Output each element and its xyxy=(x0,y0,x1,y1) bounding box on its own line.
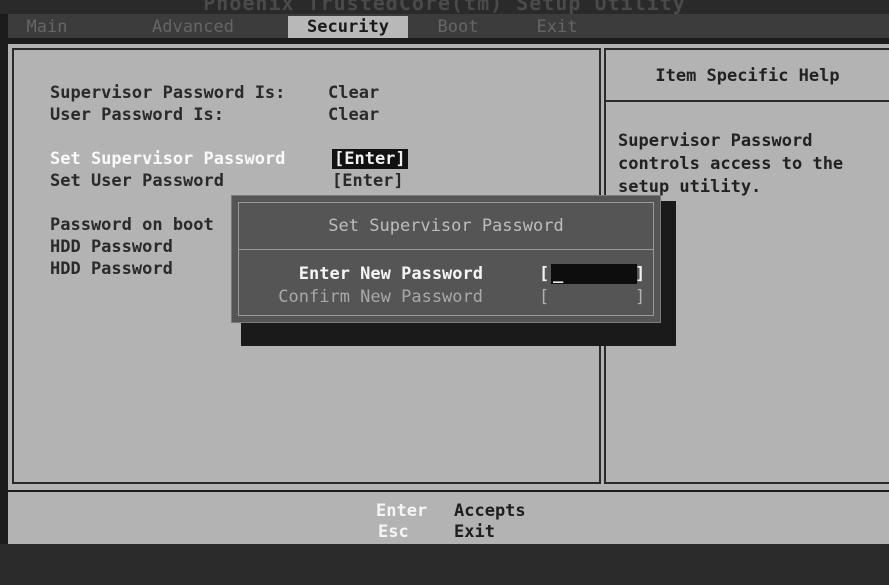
tab-main[interactable]: Main xyxy=(14,16,80,38)
confirm-password-input[interactable] xyxy=(551,287,635,307)
help-title: Item Specific Help xyxy=(606,50,889,102)
dialog-divider xyxy=(239,249,653,250)
footer-key-help: Enter Accepts Esc Exit xyxy=(8,492,889,544)
app-title: Phoenix TrustedCore(tm) Setup Utility xyxy=(203,0,686,14)
menu-bar: Main Advanced Security Boot Exit xyxy=(8,14,889,38)
set-supervisor-password-label[interactable]: Set Supervisor Password xyxy=(50,148,285,170)
dialog-title: Set Supervisor Password xyxy=(328,216,564,236)
bottom-strip xyxy=(0,544,889,585)
enter-key-label: Enter xyxy=(376,501,428,521)
confirm-password-bracket-right: ] xyxy=(635,287,646,307)
tab-security[interactable]: Security xyxy=(288,16,408,38)
dialog-shadow-side xyxy=(661,201,676,346)
new-password-field[interactable]: [ _ ] xyxy=(539,264,646,284)
enter-key-description: Accepts xyxy=(454,501,526,521)
supervisor-password-status-value: Clear xyxy=(328,83,380,103)
title-bar: Phoenix TrustedCore(tm) Setup Utility xyxy=(0,0,889,14)
set-supervisor-password-button[interactable]: [Enter] xyxy=(332,148,408,170)
confirm-new-password-label: Confirm New Password xyxy=(278,287,483,307)
esc-key-description: Exit xyxy=(454,522,495,542)
help-text: Supervisor Password controls access to t… xyxy=(618,131,844,197)
user-password-status-label: User Password Is: xyxy=(50,105,224,125)
user-password-status-value: Clear xyxy=(328,105,380,125)
tab-exit[interactable]: Exit xyxy=(532,16,582,38)
new-password-bracket-right: ] xyxy=(635,264,646,284)
new-password-input[interactable] xyxy=(551,264,637,284)
enter-new-password-label: Enter New Password xyxy=(298,264,483,284)
confirm-password-field[interactable]: [ ] xyxy=(539,287,646,307)
dialog-frame: Set Supervisor Password Enter New Passwo… xyxy=(238,202,654,316)
new-password-bracket-left: [ xyxy=(539,264,550,284)
hdd-password-1-label[interactable]: HDD Password xyxy=(50,236,173,258)
password-on-boot-label[interactable]: Password on boot xyxy=(50,214,214,236)
text-cursor: _ xyxy=(553,264,564,284)
set-user-password-value[interactable]: [Enter] xyxy=(332,170,404,192)
confirm-password-bracket-left: [ xyxy=(539,287,550,307)
dialog-shadow xyxy=(241,320,676,346)
set-user-password-label[interactable]: Set User Password xyxy=(50,170,224,192)
set-supervisor-password-value[interactable]: [Enter] xyxy=(332,149,408,169)
set-supervisor-password-dialog: Set Supervisor Password Enter New Passwo… xyxy=(231,195,661,323)
tab-boot[interactable]: Boot xyxy=(428,16,488,38)
supervisor-password-status-label: Supervisor Password Is: xyxy=(50,83,286,103)
hdd-password-2-label[interactable]: HDD Password xyxy=(50,258,173,280)
esc-key-label: Esc xyxy=(378,522,409,542)
tab-advanced[interactable]: Advanced xyxy=(140,16,246,38)
